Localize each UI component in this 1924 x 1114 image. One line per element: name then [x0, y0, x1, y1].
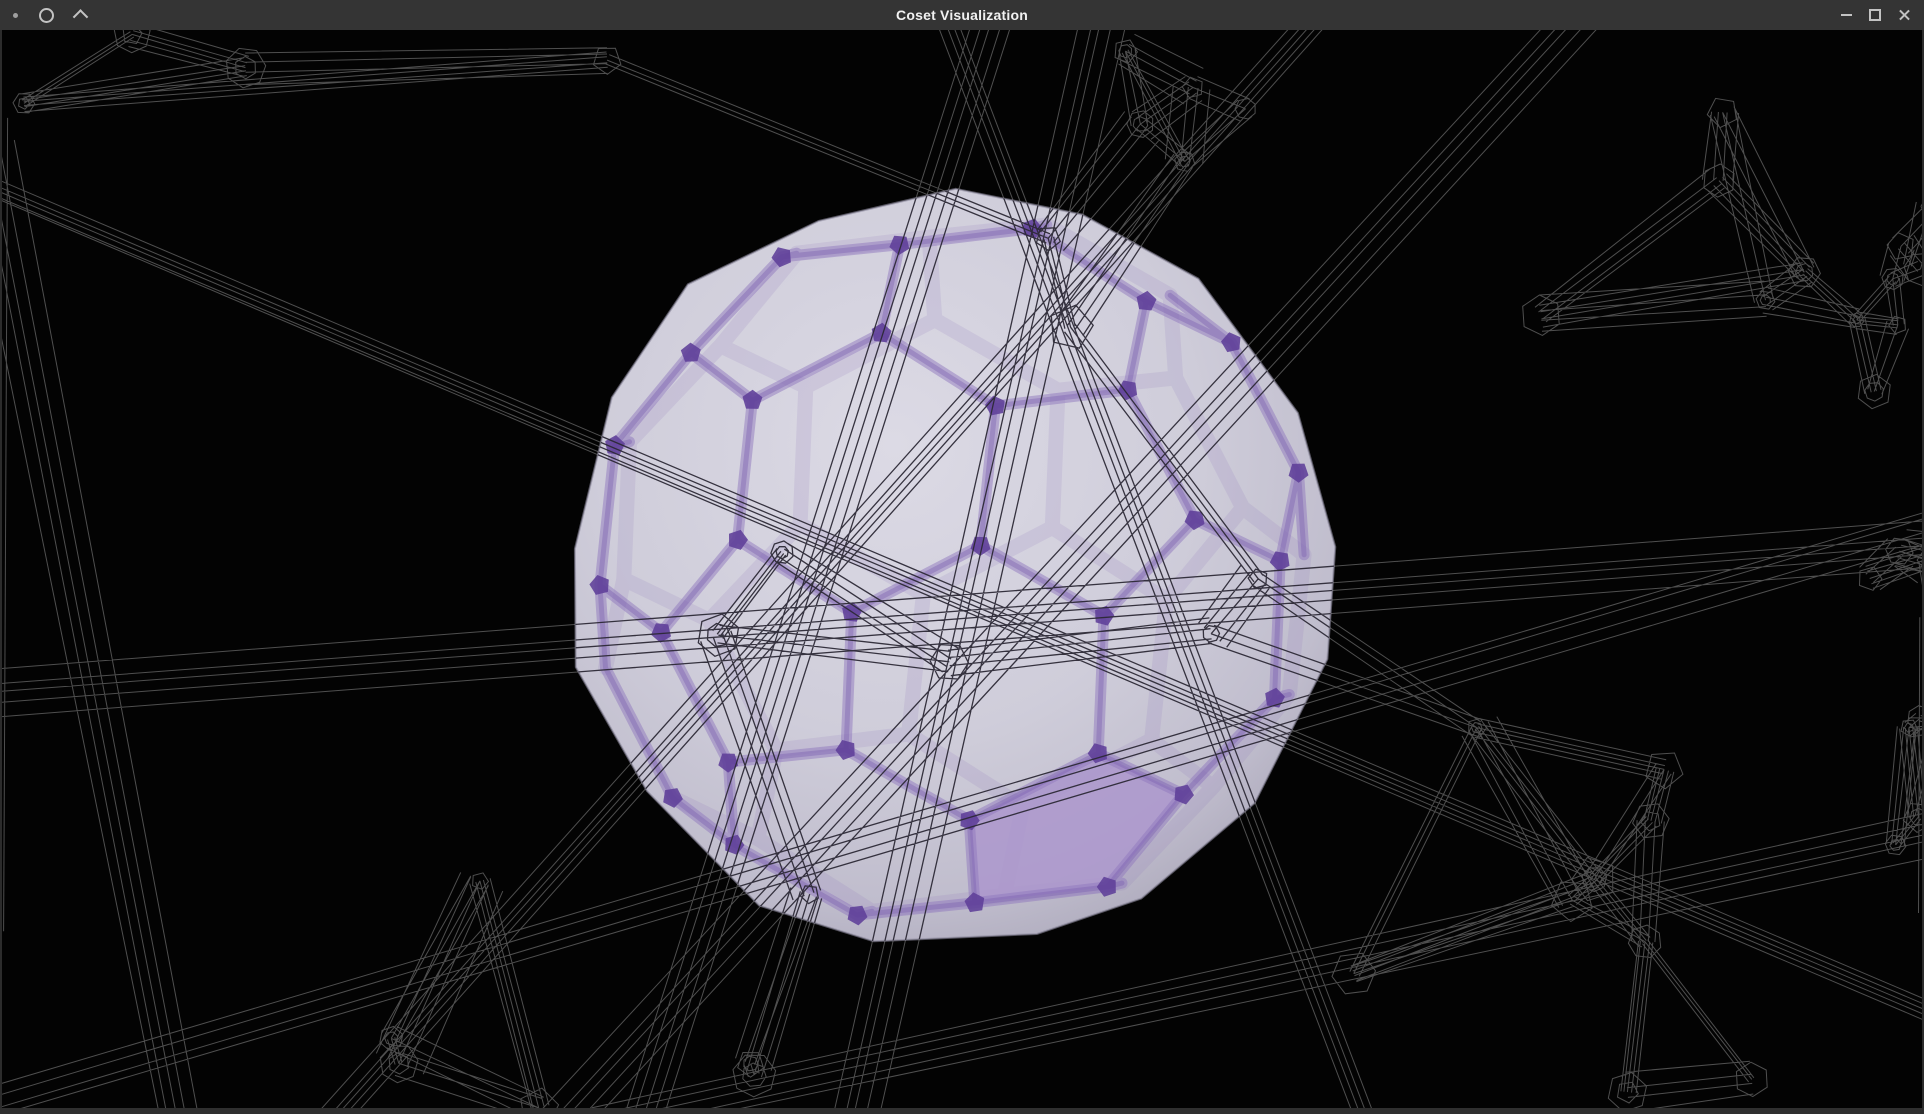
coset-3d-viewport[interactable]: [2, 30, 1922, 1108]
titlebar[interactable]: Coset Visualization: [0, 0, 1924, 30]
maximize-button[interactable]: [1869, 9, 1881, 21]
record-circle-icon[interactable]: [39, 8, 54, 23]
titlebar-right-controls: [1841, 0, 1911, 30]
chevron-up-icon[interactable]: [73, 9, 89, 25]
titlebar-left-controls: [13, 0, 86, 30]
window-frame-left: [0, 30, 2, 1108]
app-window: Coset Visualization: [0, 0, 1924, 1114]
close-button[interactable]: [1898, 9, 1911, 22]
window-frame-bottom: [0, 1108, 1924, 1114]
menu-dot-icon[interactable]: [13, 13, 18, 18]
window-title: Coset Visualization: [896, 7, 1028, 23]
minimize-button[interactable]: [1841, 14, 1852, 16]
